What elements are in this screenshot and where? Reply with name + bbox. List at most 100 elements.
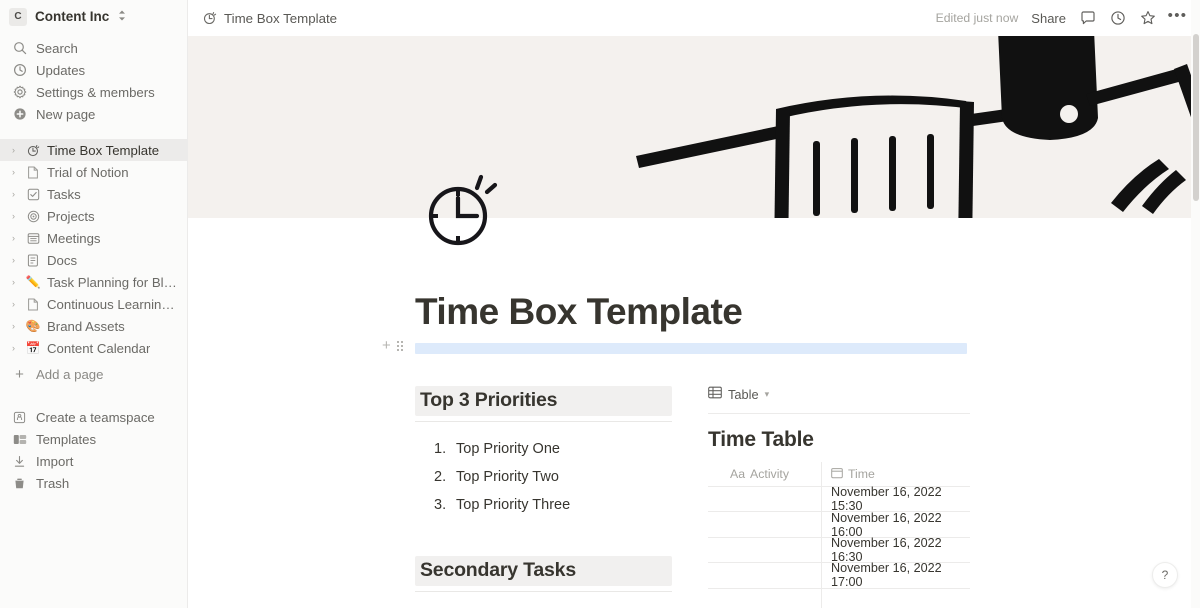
sidebar-bottom-nav: Create a teamspace Templates Import Tras… bbox=[0, 406, 187, 494]
table-row[interactable]: November 16, 2022 16:00 bbox=[708, 511, 970, 539]
sidebar-item-label: Projects bbox=[47, 208, 95, 224]
plus-icon: + bbox=[15, 365, 24, 383]
cell-activity[interactable] bbox=[708, 563, 821, 587]
page-icon[interactable] bbox=[425, 173, 501, 249]
chevron-right-icon[interactable]: › bbox=[8, 343, 19, 353]
sidebar-item-new-page[interactable]: New page bbox=[0, 103, 187, 125]
chevron-right-icon[interactable]: › bbox=[8, 321, 19, 331]
table-row[interactable]: November 16, 2022 15:30 bbox=[708, 485, 970, 513]
chevron-right-icon[interactable]: › bbox=[8, 277, 19, 287]
workspace-avatar: C bbox=[9, 7, 27, 26]
edited-status: Edited just now bbox=[935, 11, 1019, 25]
chevron-right-icon[interactable]: › bbox=[8, 299, 19, 309]
cell-time[interactable] bbox=[821, 588, 970, 608]
sidebar-item-task-planning[interactable]: › ✏️ Task Planning for Blog Pr... bbox=[0, 271, 187, 293]
sidebar-item-templates[interactable]: Templates bbox=[0, 428, 187, 450]
sidebar-item-time-box-template[interactable]: › Time Box Template bbox=[0, 139, 187, 161]
sidebar-item-settings[interactable]: Settings & members bbox=[0, 81, 187, 103]
secondary-tasks-section: Secondary Tasks bbox=[415, 556, 672, 593]
sidebar-item-trash[interactable]: Trash bbox=[0, 472, 187, 494]
table-icon bbox=[708, 386, 722, 402]
sidebar-item-label: Tasks bbox=[47, 186, 81, 202]
sidebar-page-list: › Time Box Template › Trial of Notion › … bbox=[0, 139, 187, 386]
cell-activity[interactable] bbox=[708, 589, 821, 608]
sidebar-item-projects[interactable]: › Projects bbox=[0, 205, 187, 227]
main-content: Time Box Template Edited just now Share … bbox=[188, 0, 1200, 608]
sidebar-item-import[interactable]: Import bbox=[0, 450, 187, 472]
workspace-switcher[interactable]: C Content Inc bbox=[0, 0, 187, 33]
add-a-page-button[interactable]: + Add a page bbox=[0, 362, 187, 386]
chevron-right-icon[interactable]: › bbox=[8, 189, 19, 199]
page-title[interactable]: Time Box Template bbox=[415, 291, 743, 333]
list-item[interactable]: 2. Top Priority Two bbox=[415, 464, 672, 492]
sidebar-item-brand-assets[interactable]: › 🎨 Brand Assets bbox=[0, 315, 187, 337]
section-heading[interactable]: Secondary Tasks bbox=[415, 556, 672, 587]
chevron-down-icon[interactable]: ▾ bbox=[765, 389, 770, 400]
top-priorities-section: Top 3 Priorities 1. Top Priority One 2. … bbox=[415, 386, 672, 520]
table-row[interactable] bbox=[708, 588, 970, 608]
templates-icon bbox=[12, 432, 27, 447]
sidebar-item-content-calendar[interactable]: › 📅 Content Calendar bbox=[0, 337, 187, 359]
column-header-time[interactable]: Time bbox=[821, 462, 970, 486]
sidebar-item-trial-of-notion[interactable]: › Trial of Notion bbox=[0, 161, 187, 183]
share-button[interactable]: Share bbox=[1031, 11, 1066, 26]
workspace-name: Content Inc bbox=[35, 9, 110, 24]
database-title[interactable]: Time Table bbox=[708, 428, 970, 452]
scrollbar-thumb[interactable] bbox=[1193, 34, 1199, 201]
star-icon[interactable] bbox=[1139, 10, 1156, 27]
column-header-label: Time bbox=[848, 467, 875, 481]
cell-time[interactable]: November 16, 2022 17:00 bbox=[821, 561, 970, 589]
palette-emoji-icon: 🎨 bbox=[25, 319, 41, 333]
chevron-right-icon[interactable]: › bbox=[8, 255, 19, 265]
cell-time[interactable]: November 16, 2022 16:30 bbox=[821, 536, 970, 564]
sidebar-item-label: Meetings bbox=[47, 230, 101, 246]
sidebar-item-docs[interactable]: › Docs bbox=[0, 249, 187, 271]
table-row[interactable]: November 16, 2022 16:30 bbox=[708, 536, 970, 564]
sidebar-item-continuous-learning[interactable]: › Continuous Learning Pla... bbox=[0, 293, 187, 315]
tab-table[interactable]: Table ▾ bbox=[708, 386, 769, 402]
doc-lines-icon bbox=[25, 252, 41, 268]
more-options-icon[interactable]: ••• bbox=[1168, 8, 1186, 27]
sidebar-item-meetings[interactable]: › Meetings bbox=[0, 227, 187, 249]
help-button[interactable]: ? bbox=[1152, 562, 1178, 588]
section-heading[interactable]: Top 3 Priorities bbox=[415, 386, 672, 416]
add-block-icon[interactable]: + bbox=[382, 338, 391, 353]
cell-activity[interactable] bbox=[708, 487, 821, 511]
sidebar-item-create-teamspace[interactable]: Create a teamspace bbox=[0, 406, 187, 428]
gear-icon bbox=[12, 85, 27, 100]
page-cover[interactable] bbox=[188, 36, 1200, 218]
sidebar-item-label: Task Planning for Blog Pr... bbox=[47, 274, 179, 290]
chevron-right-icon[interactable]: › bbox=[8, 233, 19, 243]
cell-activity[interactable] bbox=[708, 538, 821, 562]
chevron-right-icon[interactable]: › bbox=[8, 211, 19, 221]
sidebar-item-label: Import bbox=[36, 453, 74, 469]
sidebar-item-label: Time Box Template bbox=[47, 142, 160, 158]
history-icon[interactable] bbox=[1109, 10, 1126, 27]
drag-handle-icon[interactable] bbox=[396, 340, 403, 351]
comment-icon[interactable] bbox=[1079, 10, 1096, 27]
cell-time[interactable]: November 16, 2022 16:00 bbox=[821, 511, 970, 539]
sidebar-item-tasks[interactable]: › Tasks bbox=[0, 183, 187, 205]
sidebar-item-label: Content Calendar bbox=[47, 340, 151, 356]
cell-time[interactable]: November 16, 2022 15:30 bbox=[821, 485, 970, 513]
calendar-list-icon bbox=[25, 230, 41, 246]
sidebar-item-label: Docs bbox=[47, 252, 78, 268]
list-number: 2. bbox=[434, 469, 447, 486]
scrollbar-track[interactable] bbox=[1191, 0, 1200, 608]
list-item[interactable]: 3. Top Priority Three bbox=[415, 492, 672, 520]
sidebar-item-label: Brand Assets bbox=[47, 318, 125, 334]
chevron-right-icon[interactable]: › bbox=[8, 167, 19, 177]
divider bbox=[415, 591, 672, 593]
list-item[interactable]: 1. Top Priority One bbox=[415, 436, 672, 464]
breadcrumb[interactable]: Time Box Template bbox=[202, 11, 337, 26]
import-icon bbox=[12, 454, 27, 469]
cell-activity[interactable] bbox=[708, 512, 821, 536]
sidebar-item-search[interactable]: Search bbox=[0, 37, 187, 59]
selected-empty-block[interactable] bbox=[415, 343, 967, 354]
column-header-activity[interactable]: Aa Activity bbox=[708, 462, 821, 487]
table-row[interactable]: November 16, 2022 17:00 bbox=[708, 561, 970, 589]
chevron-right-icon[interactable]: › bbox=[8, 145, 19, 155]
sidebar-nav: Search Updates Settings & members New pa… bbox=[0, 37, 187, 125]
sidebar-item-updates[interactable]: Updates bbox=[0, 59, 187, 81]
sidebar-item-label: Trial of Notion bbox=[47, 164, 129, 180]
